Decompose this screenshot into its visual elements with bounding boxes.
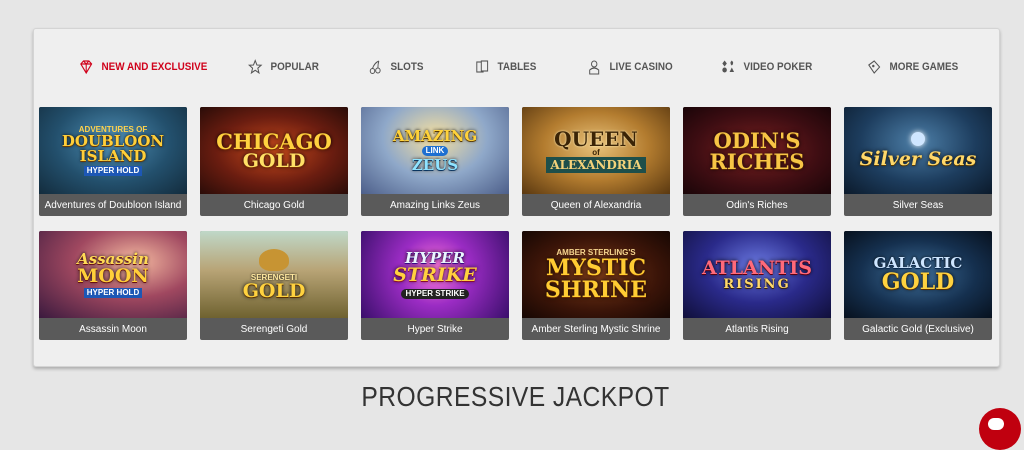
cards-icon — [475, 59, 489, 75]
game-card-assassin-moon[interactable]: Assassin MOON HYPER HOLD Assassin Moon — [39, 231, 187, 340]
game-title: Chicago Gold — [243, 199, 305, 211]
game-card-queen-of-alexandria[interactable]: QUEEN of ALEXANDRIA Queen of Alexandria — [522, 107, 670, 216]
tab-live-casino[interactable]: LIVE CASINO — [587, 57, 673, 77]
star-icon — [248, 59, 263, 75]
diamond-icon — [79, 59, 93, 75]
tab-new-and-exclusive[interactable]: NEW AND EXCLUSIVE — [79, 57, 207, 77]
game-thumbnail: QUEEN of ALEXANDRIA — [522, 107, 670, 194]
game-thumbnail: ATLANTIS RISING — [683, 231, 831, 318]
game-thumbnail: CHICAGO GOLD — [200, 107, 348, 194]
game-title: Galactic Gold (Exclusive) — [862, 323, 974, 335]
game-card-odins-riches[interactable]: ODIN'S RICHES Odin's Riches — [683, 107, 831, 216]
game-title: Adventures of Doubloon Island — [44, 199, 182, 211]
ticket-icon — [867, 59, 881, 75]
tab-label: MORE GAMES — [889, 61, 959, 73]
tab-video-poker[interactable]: VIDEO POKER — [721, 57, 812, 77]
chat-bubble-icon — [988, 418, 1004, 430]
tab-tables[interactable]: TABLES — [475, 57, 536, 77]
card-suits-icon — [721, 59, 735, 75]
game-title: Amazing Links Zeus — [389, 199, 481, 211]
game-thumbnail: AMBER STERLING'S MYSTIC SHRINE — [522, 231, 670, 318]
category-tabs: NEW AND EXCLUSIVE POPULAR SLOTS TABLES L… — [34, 57, 999, 77]
dealer-icon — [587, 59, 601, 75]
game-card-galactic-gold[interactable]: GALACTIC GOLD Galactic Gold (Exclusive) — [844, 231, 992, 340]
chat-button[interactable] — [979, 408, 1021, 450]
game-thumbnail: AMAZING LINK ZEUS — [361, 107, 509, 194]
game-title: Hyper Strike — [407, 323, 463, 335]
game-thumbnail: ADVENTURES OF DOUBLOON ISLAND HYPER HOLD — [39, 107, 187, 194]
tab-label: VIDEO POKER — [743, 61, 813, 73]
tab-more-games[interactable]: MORE GAMES — [867, 57, 958, 77]
game-title: Silver Seas — [892, 199, 944, 211]
game-thumbnail: HYPER STRIKE HYPER STRIKE — [361, 231, 509, 318]
game-title: Odin's Riches — [726, 199, 788, 211]
tab-label: POPULAR — [270, 61, 319, 73]
tab-label: NEW AND EXCLUSIVE — [101, 61, 208, 73]
game-card-chicago-gold[interactable]: CHICAGO GOLD Chicago Gold — [200, 107, 348, 216]
game-card-hyper-strike[interactable]: HYPER STRIKE HYPER STRIKE Hyper Strike — [361, 231, 509, 340]
game-card-mystic-shrine[interactable]: AMBER STERLING'S MYSTIC SHRINE Amber Ste… — [522, 231, 670, 340]
games-panel: NEW AND EXCLUSIVE POPULAR SLOTS TABLES L… — [33, 28, 1000, 367]
game-title: Serengeti Gold — [240, 323, 308, 335]
tab-popular[interactable]: POPULAR — [248, 57, 319, 77]
section-heading: PROGRESSIVE JACKPOT — [361, 381, 670, 412]
game-card-serengeti-gold[interactable]: SERENGETI GOLD Serengeti Gold — [200, 231, 348, 340]
game-title: Atlantis Rising — [725, 323, 789, 335]
gem-icon — [911, 132, 925, 146]
tab-label: TABLES — [497, 61, 537, 73]
tab-slots[interactable]: SLOTS — [368, 57, 424, 77]
game-thumbnail: ODIN'S RICHES — [683, 107, 831, 194]
game-thumbnail: SERENGETI GOLD — [200, 231, 348, 318]
game-card-doubloon-island[interactable]: ADVENTURES OF DOUBLOON ISLAND HYPER HOLD… — [39, 107, 187, 216]
tab-label: SLOTS — [390, 61, 424, 73]
game-card-silver-seas[interactable]: Silver Seas Silver Seas — [844, 107, 992, 216]
game-card-atlantis-rising[interactable]: ATLANTIS RISING Atlantis Rising — [683, 231, 831, 340]
game-title: Assassin Moon — [79, 323, 147, 335]
game-thumbnail: GALACTIC GOLD — [844, 231, 992, 318]
lion-icon — [259, 248, 289, 271]
game-title: Queen of Alexandria — [550, 199, 642, 211]
game-thumbnail: Silver Seas — [844, 107, 992, 194]
game-thumbnail: Assassin MOON HYPER HOLD — [39, 231, 187, 318]
game-card-amazing-links-zeus[interactable]: AMAZING LINK ZEUS Amazing Links Zeus — [361, 107, 509, 216]
game-title: Amber Sterling Mystic Shrine — [531, 323, 661, 335]
tab-label: LIVE CASINO — [609, 61, 673, 73]
cherry-icon — [368, 59, 382, 75]
